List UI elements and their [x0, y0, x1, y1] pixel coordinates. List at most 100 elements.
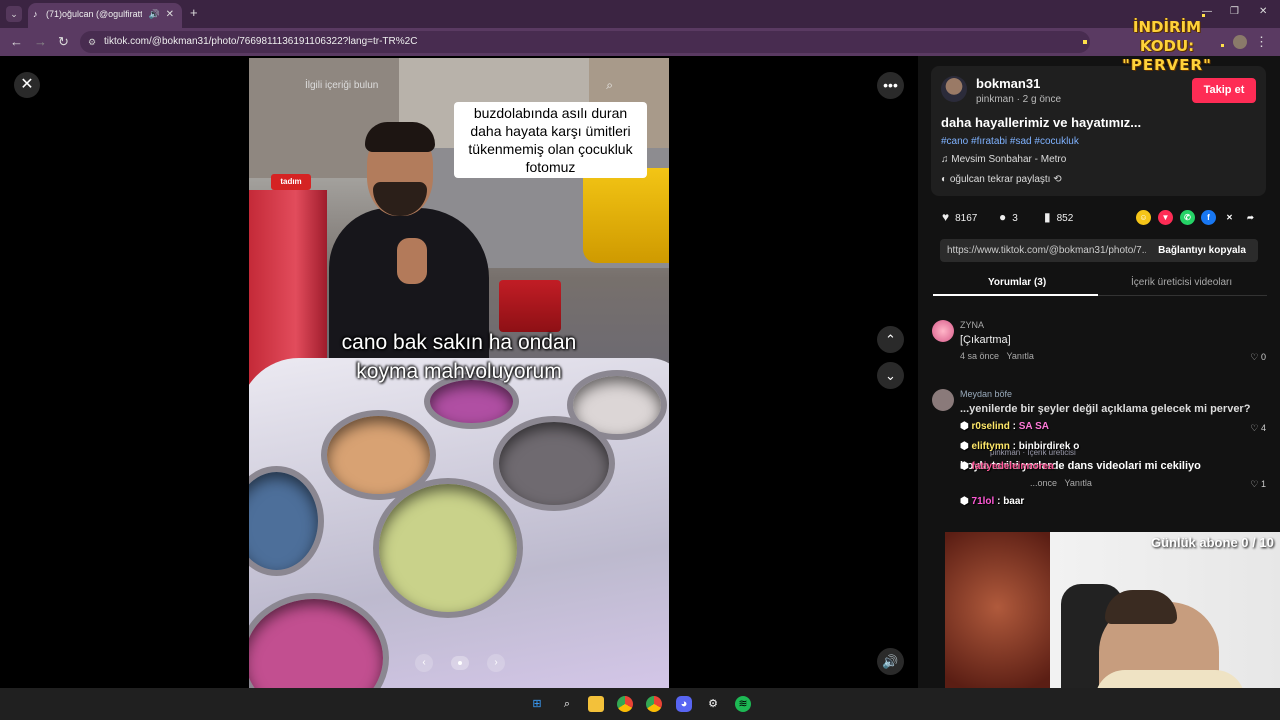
speaker-icon[interactable]: 🔊	[149, 3, 160, 26]
save-stat[interactable]: ▮ 852	[1044, 210, 1073, 224]
caption-line: tükenmemiş olan çocukluk	[468, 141, 633, 157]
active-tab-underline	[933, 294, 1098, 296]
site-info-icon[interactable]: ⚙	[88, 31, 96, 53]
comment-text: [Çıkartma]	[960, 334, 1011, 346]
avatar[interactable]	[941, 76, 967, 102]
repost-text: oğulcan tekrar paylaştı	[949, 174, 1051, 185]
photo-caption-top: buzdolabında asılı duran daha hayata kar…	[454, 102, 647, 178]
chat-message: ⬢ eliftymn : binbirdirek o	[960, 441, 1079, 452]
related-search-text[interactable]: İlgili içeriği bulun	[305, 80, 378, 91]
profile-avatar[interactable]	[1233, 35, 1247, 49]
comment-meta: ...once Yanıtla	[1030, 478, 1092, 488]
tab-creator-videos[interactable]: İçerik üreticisi videoları	[1131, 277, 1232, 288]
comment-count: 3	[1012, 213, 1018, 224]
comment-user[interactable]: Meydan böfe	[960, 389, 1012, 399]
close-tab-icon[interactable]: ✕	[166, 3, 174, 26]
heart-icon: ♡	[1250, 352, 1261, 362]
repost-icon: ⟲	[1053, 174, 1062, 185]
reply-button[interactable]: Yanıtla	[1007, 351, 1034, 361]
close-window-icon[interactable]: ✕	[1259, 6, 1267, 17]
chevron-up-icon[interactable]: ⌃	[877, 326, 904, 353]
badge-icon: ⬢	[960, 496, 972, 507]
chrome-icon[interactable]	[617, 696, 633, 712]
like-count: 1	[1260, 479, 1266, 489]
back-icon[interactable]: ←	[10, 34, 23, 50]
follow-button[interactable]: Takip et	[1192, 78, 1256, 103]
settings-icon[interactable]: ⚙	[705, 696, 721, 712]
photo-caption-middle: cano bak sakın ha ondan koyma mahvoluyor…	[309, 328, 609, 386]
new-tab-button[interactable]: +	[190, 5, 198, 20]
badge-icon: ⬢	[960, 421, 972, 432]
share-icon[interactable]: ➦	[1243, 210, 1258, 225]
photo-viewer: ✕ tadım İlgili içeriği bulun ⌕ buzdolabı…	[0, 56, 918, 688]
comment-item: ZYNA [Çıkartma] 4 sa önce Yanıtla ♡ 0	[932, 320, 1272, 364]
next-photo-icon[interactable]: ›	[487, 654, 505, 672]
maximize-icon[interactable]: ❐	[1230, 6, 1239, 17]
heart-icon: ♡	[1250, 423, 1261, 433]
chat-text: SA SA	[1018, 421, 1049, 432]
search-icon[interactable]: ⌕	[606, 78, 613, 93]
comment-like[interactable]: ♡ 1	[1250, 479, 1266, 490]
post-title[interactable]: daha hayallerimiz ve hayatımız...	[941, 115, 1141, 130]
volume-icon[interactable]: 🔊	[877, 648, 904, 675]
caption-line: cano bak sakın ha ondan	[341, 331, 577, 354]
avatar[interactable]	[932, 389, 954, 411]
ice-cream-bin	[373, 478, 523, 618]
chat-user: r0selind	[971, 421, 1010, 432]
comment-like[interactable]: ♡ 0	[1250, 352, 1266, 363]
file-explorer-icon[interactable]	[588, 696, 604, 712]
address-bar[interactable]: ⚙ tiktok.com/@bokman31/photo/76698111361…	[80, 31, 1090, 53]
chevron-down-icon[interactable]: ⌄	[877, 362, 904, 389]
windows-start-icon[interactable]: ⊞	[529, 696, 545, 712]
browser-menu-icon[interactable]: ⋮	[1255, 34, 1268, 50]
reload-icon[interactable]: ↻	[58, 34, 69, 50]
prev-photo-icon[interactable]: ‹	[415, 654, 433, 672]
send-icon[interactable]: ▼	[1158, 210, 1173, 225]
badge-icon: ⬢	[960, 461, 972, 472]
chrome-icon[interactable]	[646, 696, 662, 712]
chat-user: fatiyedeleinnorea	[971, 461, 1054, 472]
forward-icon[interactable]: →	[34, 34, 47, 50]
caption-line: daha hayata karşı ümitleri	[470, 123, 631, 139]
comment-user[interactable]: ZYNA	[960, 320, 984, 330]
like-count: 8167	[955, 213, 978, 224]
post-link-field[interactable]: https://www.tiktok.com/@bokman31/photo/7…	[940, 239, 1258, 262]
tab-list-button[interactable]: ⌄	[6, 6, 22, 22]
browser-toolbar: ← → ↻ ⚙ tiktok.com/@bokman31/photo/76698…	[0, 28, 1280, 56]
copy-link-button[interactable]: Bağlantıyı kopyala	[1146, 239, 1258, 262]
avatar[interactable]	[932, 320, 954, 342]
more-options-icon[interactable]: •••	[877, 72, 904, 99]
like-count: 4	[1260, 423, 1266, 433]
chat-text: : binbirdirek o	[1012, 441, 1080, 452]
shop-sign: tadım	[271, 174, 311, 190]
facebook-icon[interactable]: f	[1201, 210, 1216, 225]
tab-comments[interactable]: Yorumlar (3)	[988, 277, 1046, 288]
embed-icon[interactable]: ☺	[1136, 210, 1151, 225]
x-icon[interactable]: ✕	[1222, 210, 1237, 225]
tiktok-icon: ♪	[33, 9, 38, 19]
comment-stat[interactable]: ● 3	[999, 210, 1018, 224]
ice-cream-bin	[493, 416, 615, 511]
like-stat[interactable]: ♥ 8167	[942, 210, 977, 224]
reply-button[interactable]: Yanıtla	[1065, 478, 1092, 488]
music-note-icon: ♫	[941, 154, 952, 165]
whatsapp-icon[interactable]: ✆	[1180, 210, 1195, 225]
close-icon[interactable]: ✕	[14, 72, 40, 98]
snack-bags	[499, 280, 561, 332]
hashtags[interactable]: #cano #fıratabi #sad #cocukluk	[941, 136, 1079, 147]
streamer-hair	[1105, 590, 1177, 624]
comment-time: 4 sa önce	[960, 351, 1000, 361]
author-name[interactable]: bokman31	[976, 76, 1040, 91]
search-icon[interactable]: ⌕	[559, 696, 575, 712]
music-row[interactable]: ♫ Mevsim Sonbahar - Metro	[941, 154, 1066, 165]
discord-icon[interactable]: ◕	[676, 696, 692, 712]
comment-meta: 4 sa önce Yanıtla	[960, 351, 1034, 361]
spotify-icon[interactable]: ≋	[735, 696, 751, 712]
browser-tab[interactable]: ♪ (71)oğulcan (@ogulfiratt) | 🔊 ✕	[28, 3, 182, 28]
chat-message: ⬢ 71lol : baar	[960, 496, 1024, 507]
comment-like[interactable]: ♡ 4	[1250, 423, 1266, 434]
page-dot[interactable]	[451, 656, 469, 670]
post-photo[interactable]: tadım İlgili içeriği bulun ⌕ buzdolabınd…	[249, 58, 669, 688]
chat-message: ⬢ r0selind : SA SA	[960, 421, 1049, 432]
panel-tabs: Yorumlar (3) İçerik üreticisi videoları	[933, 274, 1267, 296]
